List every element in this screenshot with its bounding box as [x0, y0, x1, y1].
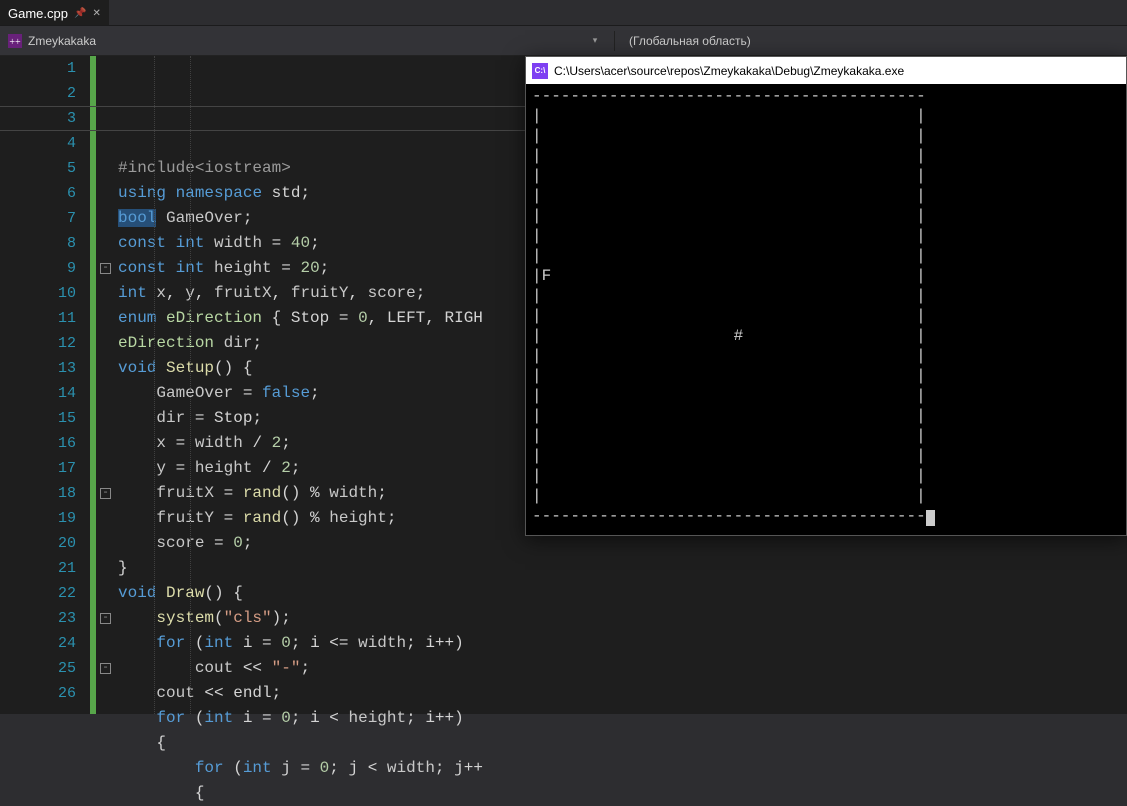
line-number: 10: [0, 281, 76, 306]
editor-tabs: Game.cpp 📌 ✕: [0, 0, 1127, 26]
line-number: 2: [0, 81, 76, 106]
project-name: Zmeykakaka: [28, 34, 96, 48]
code-line[interactable]: {: [118, 731, 1127, 756]
line-number: 9: [0, 256, 76, 281]
console-icon: C:\: [532, 63, 548, 79]
chevron-down-icon: ▾: [588, 35, 602, 46]
line-number: 20: [0, 531, 76, 556]
fold-toggle[interactable]: -: [100, 613, 111, 624]
code-line[interactable]: }: [118, 556, 1127, 581]
line-number: 15: [0, 406, 76, 431]
fold-toggle[interactable]: -: [100, 488, 111, 499]
line-number: 1: [0, 56, 76, 81]
project-dropdown[interactable]: ++ Zmeykakaka ▾: [0, 34, 610, 48]
console-window[interactable]: C:\ C:\Users\acer\source\repos\Zmeykakak…: [525, 56, 1127, 536]
line-number: 13: [0, 356, 76, 381]
line-number: 26: [0, 681, 76, 706]
console-titlebar[interactable]: C:\ C:\Users\acer\source\repos\Zmeykakak…: [526, 57, 1126, 84]
code-line[interactable]: {: [118, 781, 1127, 806]
tab-label: Game.cpp: [8, 6, 68, 21]
code-line[interactable]: for (int i = 0; i <= width; i++): [118, 631, 1127, 656]
code-line[interactable]: cout << "-";: [118, 656, 1127, 681]
fold-column: - - - -: [96, 56, 118, 714]
navigation-bar: ++ Zmeykakaka ▾ (Глобальная область): [0, 26, 1127, 56]
svg-text:++: ++: [9, 37, 21, 48]
line-number: 19: [0, 506, 76, 531]
line-number: 18: [0, 481, 76, 506]
line-number: 22: [0, 581, 76, 606]
console-title: C:\Users\acer\source\repos\Zmeykakaka\De…: [554, 64, 904, 78]
line-number: 17: [0, 456, 76, 481]
tab-game-cpp[interactable]: Game.cpp 📌 ✕: [0, 0, 109, 25]
scope-label: (Глобальная область): [629, 34, 751, 48]
line-number: 7: [0, 206, 76, 231]
line-number: 21: [0, 556, 76, 581]
fold-toggle[interactable]: -: [100, 663, 111, 674]
line-number: 14: [0, 381, 76, 406]
code-line[interactable]: system("cls");: [118, 606, 1127, 631]
code-line[interactable]: for (int j = 0; j < width; j++: [118, 756, 1127, 781]
line-number: 23: [0, 606, 76, 631]
line-number: 5: [0, 156, 76, 181]
console-cursor: [926, 510, 935, 526]
line-number: 3: [0, 106, 76, 131]
line-number-gutter: 1234567891011121314151617181920212223242…: [0, 56, 90, 714]
line-number: 8: [0, 231, 76, 256]
code-line[interactable]: void Draw() {: [118, 581, 1127, 606]
console-output: ----------------------------------------…: [526, 84, 1126, 535]
pin-icon[interactable]: 📌: [74, 8, 86, 19]
close-icon[interactable]: ✕: [92, 8, 100, 19]
line-number: 11: [0, 306, 76, 331]
code-line[interactable]: cout << endl;: [118, 681, 1127, 706]
code-line[interactable]: for (int i = 0; i < height; i++): [118, 706, 1127, 731]
line-number: 6: [0, 181, 76, 206]
fold-toggle[interactable]: -: [100, 263, 111, 274]
line-number: 25: [0, 656, 76, 681]
separator: [614, 31, 615, 51]
cpp-project-icon: ++: [8, 34, 22, 48]
line-number: 4: [0, 131, 76, 156]
line-number: 24: [0, 631, 76, 656]
scope-dropdown[interactable]: (Глобальная область): [619, 34, 761, 48]
line-number: 16: [0, 431, 76, 456]
line-number: 12: [0, 331, 76, 356]
